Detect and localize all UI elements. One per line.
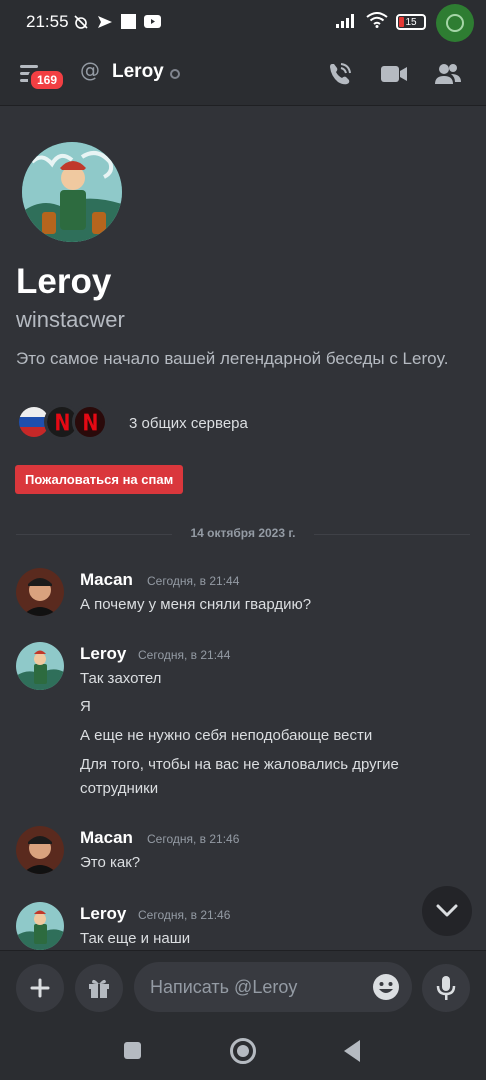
message-text: А почему у меня сняли гвардию? bbox=[80, 596, 312, 613]
recents-button[interactable] bbox=[124, 1042, 141, 1059]
home-button[interactable] bbox=[230, 1038, 256, 1064]
video-call-button[interactable] bbox=[378, 58, 410, 90]
youtube-icon bbox=[144, 13, 161, 30]
message-text: Для того, чтобы на вас не жаловались дру… bbox=[80, 756, 399, 773]
gift-button[interactable] bbox=[75, 964, 123, 1012]
date-divider-label: 14 октября 2023 г. bbox=[190, 526, 296, 540]
report-spam-button[interactable]: Пожаловаться на спам bbox=[15, 465, 184, 494]
date-divider: 14 октября 2023 г. bbox=[16, 524, 470, 544]
channel-header: 169 @ Leroy bbox=[0, 44, 486, 106]
status-time: 21:55 bbox=[26, 12, 69, 31]
avatar-macan[interactable] bbox=[16, 568, 64, 616]
message-author[interactable]: Macan bbox=[80, 828, 133, 848]
video-icon bbox=[381, 66, 407, 82]
attach-button[interactable] bbox=[16, 964, 64, 1012]
mutual-servers[interactable]: 3 общих сервера bbox=[16, 404, 248, 440]
back-button[interactable] bbox=[344, 1040, 360, 1062]
battery-indicator: 15 bbox=[396, 14, 426, 30]
conversation-intro-text: Это самое начало вашей легендарной бесед… bbox=[16, 349, 449, 368]
plus-icon bbox=[30, 978, 50, 998]
message-author[interactable]: Leroy bbox=[80, 644, 126, 664]
profile-display-name: Leroy bbox=[16, 262, 112, 301]
send-icon bbox=[96, 13, 113, 30]
message-text: сотрудники bbox=[80, 780, 159, 797]
square-notification-icon bbox=[120, 13, 137, 30]
message-input[interactable] bbox=[134, 962, 412, 1012]
call-icon bbox=[330, 63, 351, 85]
mic-icon bbox=[436, 976, 456, 1000]
emoji-button[interactable] bbox=[372, 973, 400, 1001]
signal-icon bbox=[336, 12, 358, 32]
wifi-icon bbox=[366, 12, 388, 32]
avatar-leroy[interactable] bbox=[16, 642, 64, 690]
avatar-macan[interactable] bbox=[16, 826, 64, 874]
message-text: Я bbox=[80, 698, 91, 715]
message-timestamp: Сегодня, в 21:46 bbox=[147, 832, 240, 846]
message-author[interactable]: Leroy bbox=[80, 904, 126, 924]
alarm-off-icon bbox=[72, 13, 89, 30]
call-button[interactable] bbox=[324, 58, 356, 90]
chevron-down-icon bbox=[436, 904, 458, 917]
message-author[interactable]: Macan bbox=[80, 570, 133, 590]
members-icon bbox=[435, 64, 461, 84]
system-navigation-bar bbox=[0, 1022, 486, 1080]
voice-message-button[interactable] bbox=[422, 964, 470, 1012]
at-icon: @ bbox=[80, 58, 100, 82]
emoji-icon bbox=[373, 974, 399, 1000]
screen-record-indicator[interactable] bbox=[436, 4, 474, 42]
status-notification-icons bbox=[72, 13, 161, 30]
profile-avatar[interactable] bbox=[22, 142, 122, 242]
offline-status-icon bbox=[170, 69, 180, 79]
server-icon-n-red bbox=[72, 404, 108, 440]
message-timestamp: Сегодня, в 21:44 bbox=[138, 648, 231, 662]
unread-badge: 169 bbox=[28, 68, 67, 92]
mutual-servers-label: 3 общих сервера bbox=[129, 415, 248, 432]
message-text: Так захотел bbox=[80, 670, 162, 687]
avatar-leroy[interactable] bbox=[16, 902, 64, 950]
message-text: Так еще и наши bbox=[80, 930, 191, 947]
battery-level: 15 bbox=[405, 16, 417, 28]
profile-username: winstacwer bbox=[16, 307, 125, 332]
message-text: А еще не нужно себя неподобающе вести bbox=[80, 727, 373, 744]
jump-to-latest-button[interactable] bbox=[422, 886, 472, 936]
header-title[interactable]: Leroy bbox=[112, 61, 164, 83]
message-composer bbox=[0, 950, 486, 1022]
message-timestamp: Сегодня, в 21:44 bbox=[147, 574, 240, 588]
message-text: Это как? bbox=[80, 854, 141, 871]
members-button[interactable] bbox=[432, 58, 464, 90]
message-timestamp: Сегодня, в 21:46 bbox=[138, 908, 231, 922]
gift-icon bbox=[89, 979, 109, 998]
status-bar: 21:55 15 bbox=[0, 0, 486, 44]
